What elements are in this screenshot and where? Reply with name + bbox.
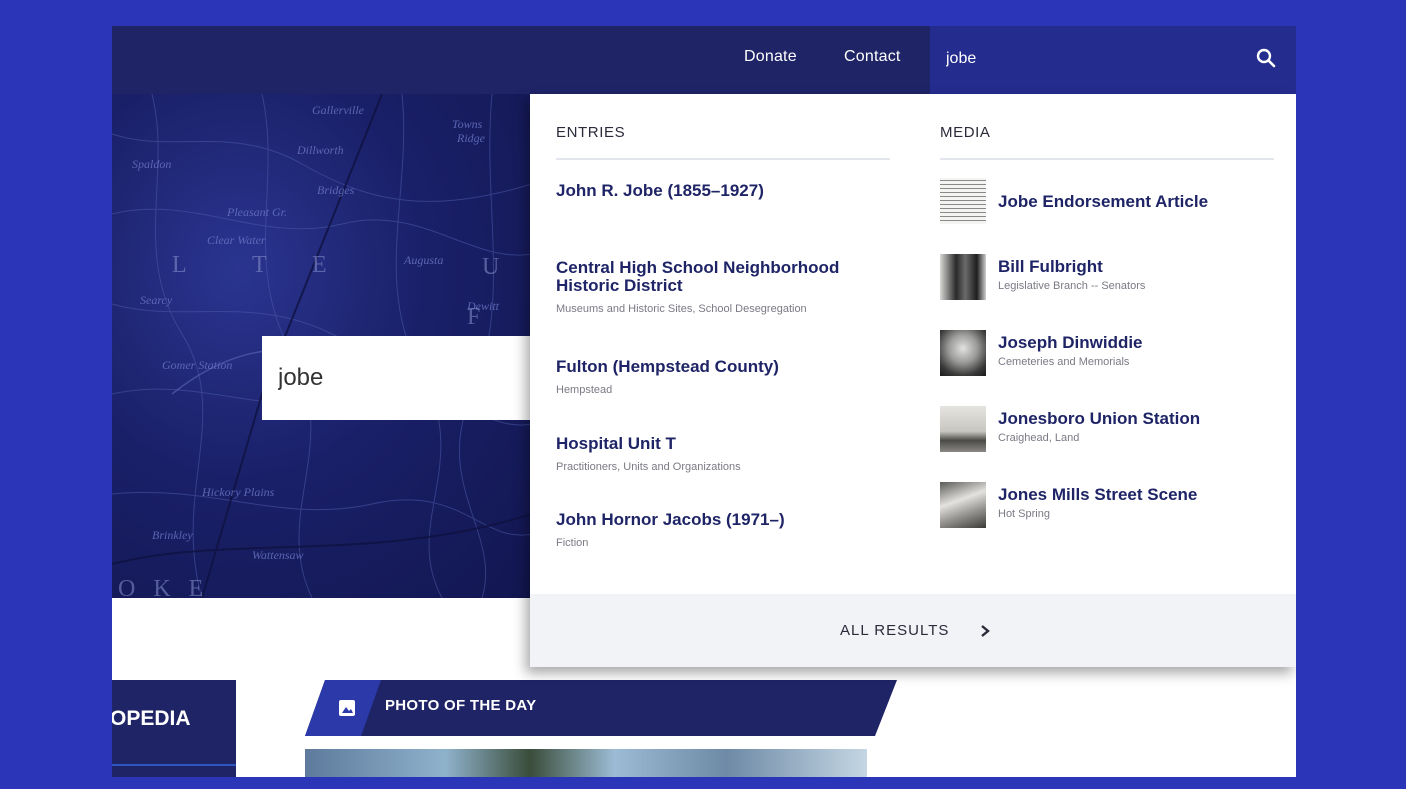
media-result[interactable]: Jones Mills Street Scene Hot Spring: [940, 482, 1280, 528]
media-title: Jonesboro Union Station: [998, 409, 1201, 428]
entry-subtitle: Practitioners, Units and Organizations: [556, 461, 741, 473]
map-label: Gallerville: [312, 103, 365, 117]
encyclopedia-divider: [112, 764, 236, 766]
media-thumbnail: [940, 330, 986, 376]
all-results-button[interactable]: ALL RESULTS: [530, 594, 1296, 667]
media-subtitle: Cemeteries and Memorials: [998, 356, 1130, 368]
media-thumbnail: [940, 482, 986, 528]
map-label: U: [482, 254, 505, 280]
map-label: Brinkley: [152, 528, 193, 542]
map-label: Clear Water: [207, 233, 266, 247]
media-result[interactable]: Bill Fulbright Legislative Branch -- Sen…: [940, 254, 1280, 300]
chevron-right-icon: [981, 625, 990, 637]
search-results-dropdown: ENTRIES MEDIA John R. Jobe (1855–1927) C…: [530, 94, 1296, 667]
nav-donate-link[interactable]: Donate: [744, 48, 797, 66]
entry-title: Fulton (Hempstead County): [556, 357, 779, 376]
nav-contact-link[interactable]: Contact: [844, 48, 901, 66]
map-label: Towns: [452, 117, 483, 131]
entries-heading: ENTRIES: [556, 124, 626, 141]
map-label: F: [467, 304, 486, 330]
map-label: Dillworth: [296, 143, 344, 157]
entry-result[interactable]: John Hornor Jacobs (1971–) Fiction: [556, 510, 896, 550]
media-title: Jobe Endorsement Article: [998, 192, 1209, 211]
entry-title: Central High School Neighborhood Histori…: [556, 258, 840, 295]
map-label: O K E: [118, 576, 209, 598]
media-heading: MEDIA: [940, 124, 991, 141]
entry-subtitle: Museums and Historic Sites, School Deseg…: [556, 303, 807, 315]
entry-title: John Hornor Jacobs (1971–): [556, 510, 785, 529]
map-label: Bridges: [317, 183, 355, 197]
map-label: Searcy: [140, 293, 173, 307]
map-label: Pleasant Gr.: [226, 205, 287, 219]
map-label: Augusta: [403, 253, 443, 267]
map-label: Gomer Station: [162, 358, 232, 372]
entry-result[interactable]: Central High School Neighborhood Histori…: [556, 258, 896, 316]
media-result[interactable]: Jobe Endorsement Article: [940, 178, 1280, 224]
encyclopedia-label: OPEDIA: [112, 707, 191, 730]
hero-search-box: [262, 336, 562, 420]
media-thumbnail: [940, 254, 986, 300]
map-label: T: [252, 252, 273, 278]
media-subtitle: Legislative Branch -- Senators: [998, 280, 1146, 292]
media-thumbnail: [940, 178, 986, 224]
map-label: Hickory Plains: [201, 485, 275, 499]
map-label: Ridge: [456, 131, 486, 145]
map-label: Wattensaw: [252, 548, 304, 562]
map-label: Spaldon: [132, 157, 171, 171]
entry-result[interactable]: Fulton (Hempstead County) Hempstead: [556, 357, 896, 397]
browser-page: Donate Contact jobe Gallerville Towns Ri…: [112, 26, 1296, 777]
entries-divider: [556, 158, 890, 160]
media-divider: [940, 158, 1274, 160]
entry-title: John R. Jobe (1855–1927): [556, 181, 764, 200]
media-result[interactable]: Joseph Dinwiddie Cemeteries and Memorial…: [940, 330, 1280, 376]
media-thumbnail: [940, 406, 986, 452]
media-title: Bill Fulbright: [998, 257, 1103, 276]
media-title: Joseph Dinwiddie: [998, 333, 1143, 352]
map-label: E: [312, 252, 333, 278]
nav-search-box: [930, 26, 1296, 94]
image-icon: [339, 700, 355, 716]
nav-search-input[interactable]: [946, 47, 1226, 71]
entry-title: Hospital Unit T: [556, 434, 676, 453]
encyclopedia-panel[interactable]: OPEDIA: [112, 680, 236, 777]
hero-search-input[interactable]: [278, 360, 538, 396]
media-subtitle: Hot Spring: [998, 508, 1050, 520]
entry-result[interactable]: Hospital Unit T Practitioners, Units and…: [556, 434, 896, 474]
search-icon[interactable]: [1254, 46, 1278, 70]
media-title: Jones Mills Street Scene: [998, 485, 1198, 504]
top-nav-bar: Donate Contact: [112, 26, 1296, 94]
entry-subtitle: Hempstead: [556, 384, 613, 396]
entry-result[interactable]: John R. Jobe (1855–1927): [556, 182, 896, 200]
entry-subtitle: Fiction: [556, 537, 589, 549]
media-subtitle: Craighead, Land: [998, 432, 1080, 444]
all-results-label: ALL RESULTS: [840, 622, 950, 639]
photo-of-the-day-image[interactable]: [305, 749, 867, 777]
map-label: L: [172, 252, 193, 278]
photo-of-the-day-title: PHOTO OF THE DAY: [385, 697, 537, 714]
photo-of-the-day-banner[interactable]: PHOTO OF THE DAY: [305, 680, 897, 736]
media-result[interactable]: Jonesboro Union Station Craighead, Land: [940, 406, 1280, 452]
